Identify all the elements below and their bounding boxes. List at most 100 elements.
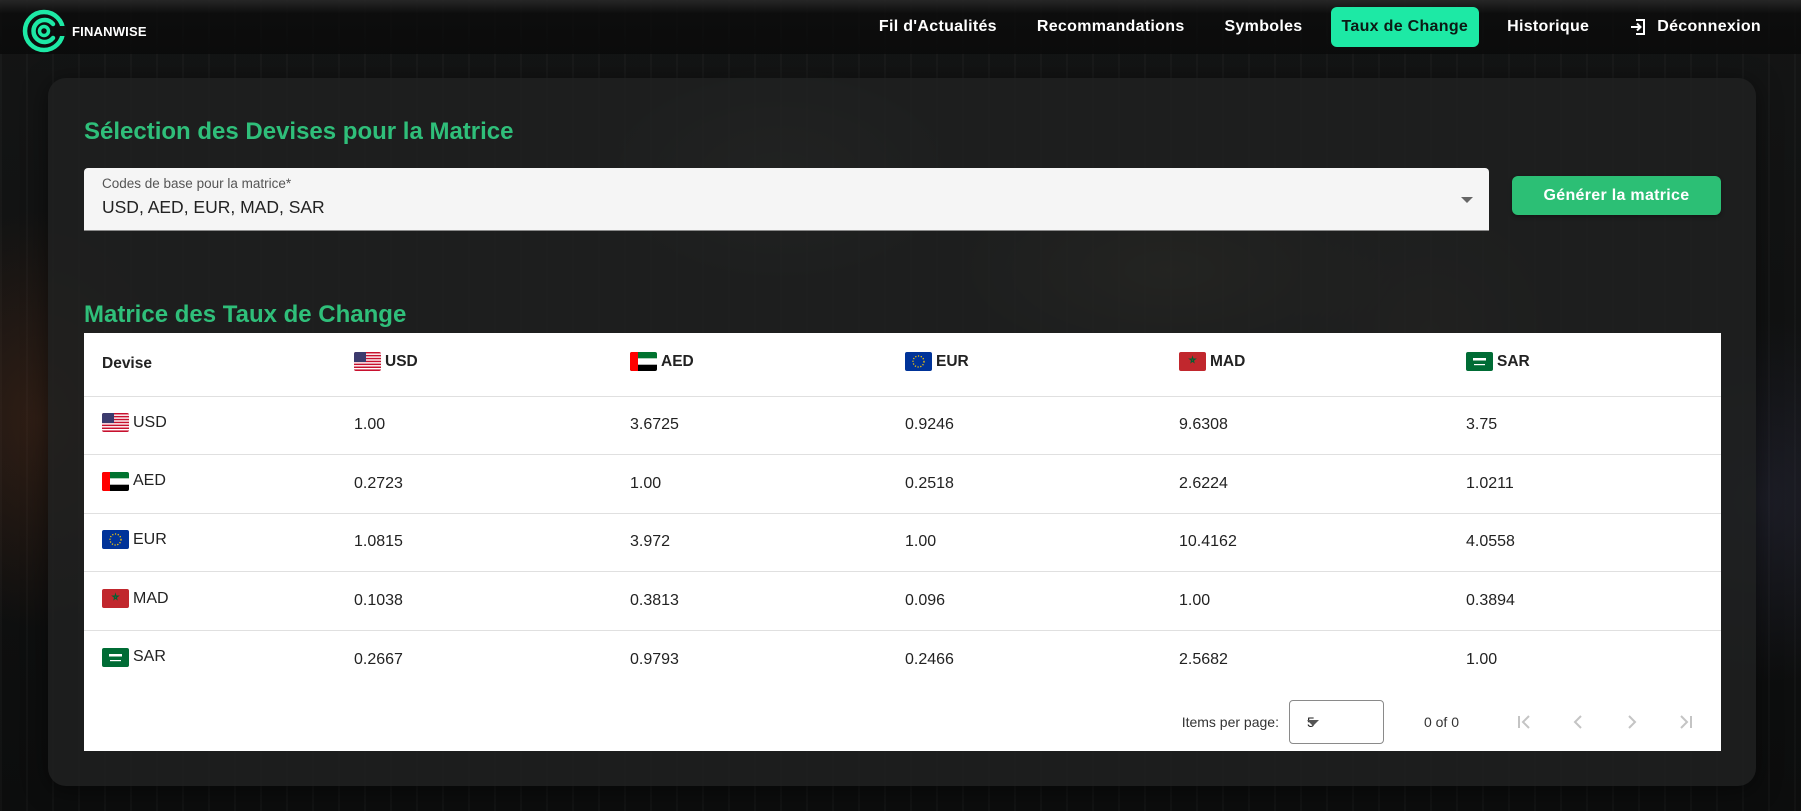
rate-cell: 0.2667 [354, 650, 403, 668]
rate-cell: 0.2518 [887, 454, 1161, 514]
matrix-title: Matrice des Taux de Change [84, 301, 407, 328]
row-currency-label: EUR [133, 530, 167, 548]
nav-label: Historique [1507, 18, 1590, 35]
nav-label: Déconnexion [1657, 18, 1761, 35]
exchange-matrix-table: Devise USD AED EUR MAD SAR USD 1.00 3.67… [84, 333, 1721, 751]
page-range-label: 0 of 0 [1423, 714, 1459, 730]
header-sar[interactable]: SAR [1448, 333, 1721, 397]
header-usd[interactable]: USD [336, 333, 612, 397]
flag-us-icon [354, 352, 381, 372]
rate-cell: 3.972 [612, 513, 887, 573]
selection-title: Sélection des Devises pour la Matrice [84, 118, 514, 145]
chevron-down-icon [1306, 720, 1319, 726]
nav-label: Fil d'Actualités [878, 18, 997, 35]
row-currency-label: AED [133, 472, 166, 490]
rate-cell: 1.00 [887, 513, 1161, 573]
rate-cell: 2.5682 [1179, 650, 1228, 668]
last-page-icon [1680, 715, 1692, 729]
header-label: EUR [936, 352, 969, 370]
nav-label: Symboles [1224, 18, 1303, 35]
flag-eu-icon [102, 530, 129, 550]
rate-cell: 4.0558 [1448, 513, 1721, 573]
select-value: USD, AED, EUR, MAD, SAR [102, 197, 325, 217]
select-label: Codes de base pour la matrice* [102, 176, 292, 191]
table-row: AED 0.2723 1.00 0.2518 2.6224 1.0211 [84, 454, 1721, 514]
nav-taux-de-change[interactable]: Taux de Change [1330, 7, 1480, 47]
header-aed[interactable]: AED [612, 333, 887, 397]
rate-cell: 1.0815 [336, 513, 612, 573]
previous-page-button[interactable] [1551, 702, 1605, 742]
table-row: EUR 1.0815 3.972 1.00 10.4162 4.0558 [84, 513, 1721, 573]
rate-cell: 1.00 [1466, 650, 1498, 668]
header-eur[interactable]: EUR [887, 333, 1161, 397]
flag-ae-icon [630, 352, 657, 372]
top-navbar: FINANWISE Fil d'Actualités Recommandatio… [0, 0, 1801, 54]
row-currency: AED [84, 454, 336, 514]
page-size-select[interactable]: 5 [1288, 700, 1384, 744]
row-currency: SAR [84, 630, 336, 689]
first-page-button[interactable] [1497, 702, 1551, 742]
nav-historique[interactable]: Historique [1487, 7, 1609, 47]
table-header-row: Devise USD AED EUR MAD SAR [84, 333, 1721, 397]
last-page-button[interactable] [1659, 702, 1713, 742]
nav-deconnexion[interactable]: Déconnexion [1609, 7, 1781, 47]
logo-icon [22, 9, 66, 53]
row-currency-label: USD [133, 413, 167, 431]
rate-cell: 3.6725 [612, 396, 887, 456]
chevron-left-icon [1573, 715, 1582, 729]
flag-ae-icon [102, 471, 129, 491]
rate-cell: 0.9246 [887, 396, 1161, 456]
first-page-icon [1518, 715, 1530, 729]
nav-label: Recommandations [1036, 18, 1185, 35]
nav-fil-actualites[interactable]: Fil d'Actualités [859, 7, 1017, 47]
rate-cell: 1.00 [336, 396, 612, 456]
table-paginator: Items per page: 5 0 of 0 [84, 694, 1721, 750]
row-currency: MAD [84, 571, 336, 631]
rate-cell: 1.0211 [1448, 454, 1721, 514]
table-row: USD 1.00 3.6725 0.9246 9.6308 3.75 [84, 396, 1721, 456]
rate-cell: 0.1038 [336, 571, 612, 631]
flag-eu-icon [905, 352, 932, 372]
nav-symboles[interactable]: Symboles [1205, 7, 1323, 47]
next-page-button[interactable] [1605, 702, 1659, 742]
header-label: MAD [1210, 352, 1246, 370]
table-row: SAR 0.2667 0.9793 0.2466 2.5682 1.00 [84, 630, 1721, 689]
row-currency: USD [84, 396, 336, 456]
flag-sa-icon [102, 647, 129, 667]
nav-recommandations[interactable]: Recommandations [1017, 7, 1205, 47]
chevron-down-icon [1461, 197, 1473, 203]
header-label: USD [385, 352, 418, 370]
brand-logo[interactable]: FINANWISE [22, 9, 147, 53]
logout-icon [1631, 19, 1646, 35]
generate-matrix-button[interactable]: Générer la matrice [1512, 176, 1721, 215]
rate-cell: 3.75 [1448, 396, 1721, 456]
rate-cell: 0.2723 [336, 454, 612, 514]
main-nav: Fil d'Actualités Recommandations Symbole… [859, 7, 1781, 47]
flag-ma-icon [102, 589, 129, 609]
flag-us-icon [102, 413, 129, 433]
items-per-page-label: Items per page: [1181, 714, 1279, 730]
currency-codes-select[interactable]: Codes de base pour la matrice* USD, AED,… [84, 168, 1489, 231]
header-label: SAR [1497, 352, 1530, 370]
rate-cell: 10.4162 [1161, 513, 1448, 573]
rate-cell: 9.6308 [1161, 396, 1448, 456]
header-mad[interactable]: MAD [1161, 333, 1448, 397]
rate-cell: 0.3894 [1448, 571, 1721, 631]
table-row: MAD 0.1038 0.3813 0.096 1.00 0.3894 [84, 571, 1721, 631]
rate-cell: 1.00 [612, 454, 887, 514]
row-currency: EUR [84, 513, 336, 573]
row-currency-label: SAR [133, 648, 166, 666]
rate-cell: 2.6224 [1161, 454, 1448, 514]
nav-label: Taux de Change [1341, 18, 1469, 35]
brand-name: FINANWISE [72, 23, 147, 39]
row-currency-label: MAD [133, 589, 169, 607]
rate-cell: 0.9793 [630, 650, 679, 668]
rate-cell: 0.3813 [612, 571, 887, 631]
flag-sa-icon [1466, 352, 1493, 372]
header-devise: Devise [84, 333, 336, 397]
rate-cell: 1.00 [1161, 571, 1448, 631]
header-label: AED [661, 352, 694, 370]
main-card: Sélection des Devises pour la Matrice Co… [48, 78, 1756, 786]
flag-ma-icon [1179, 352, 1206, 372]
rate-cell: 0.096 [887, 571, 1161, 631]
